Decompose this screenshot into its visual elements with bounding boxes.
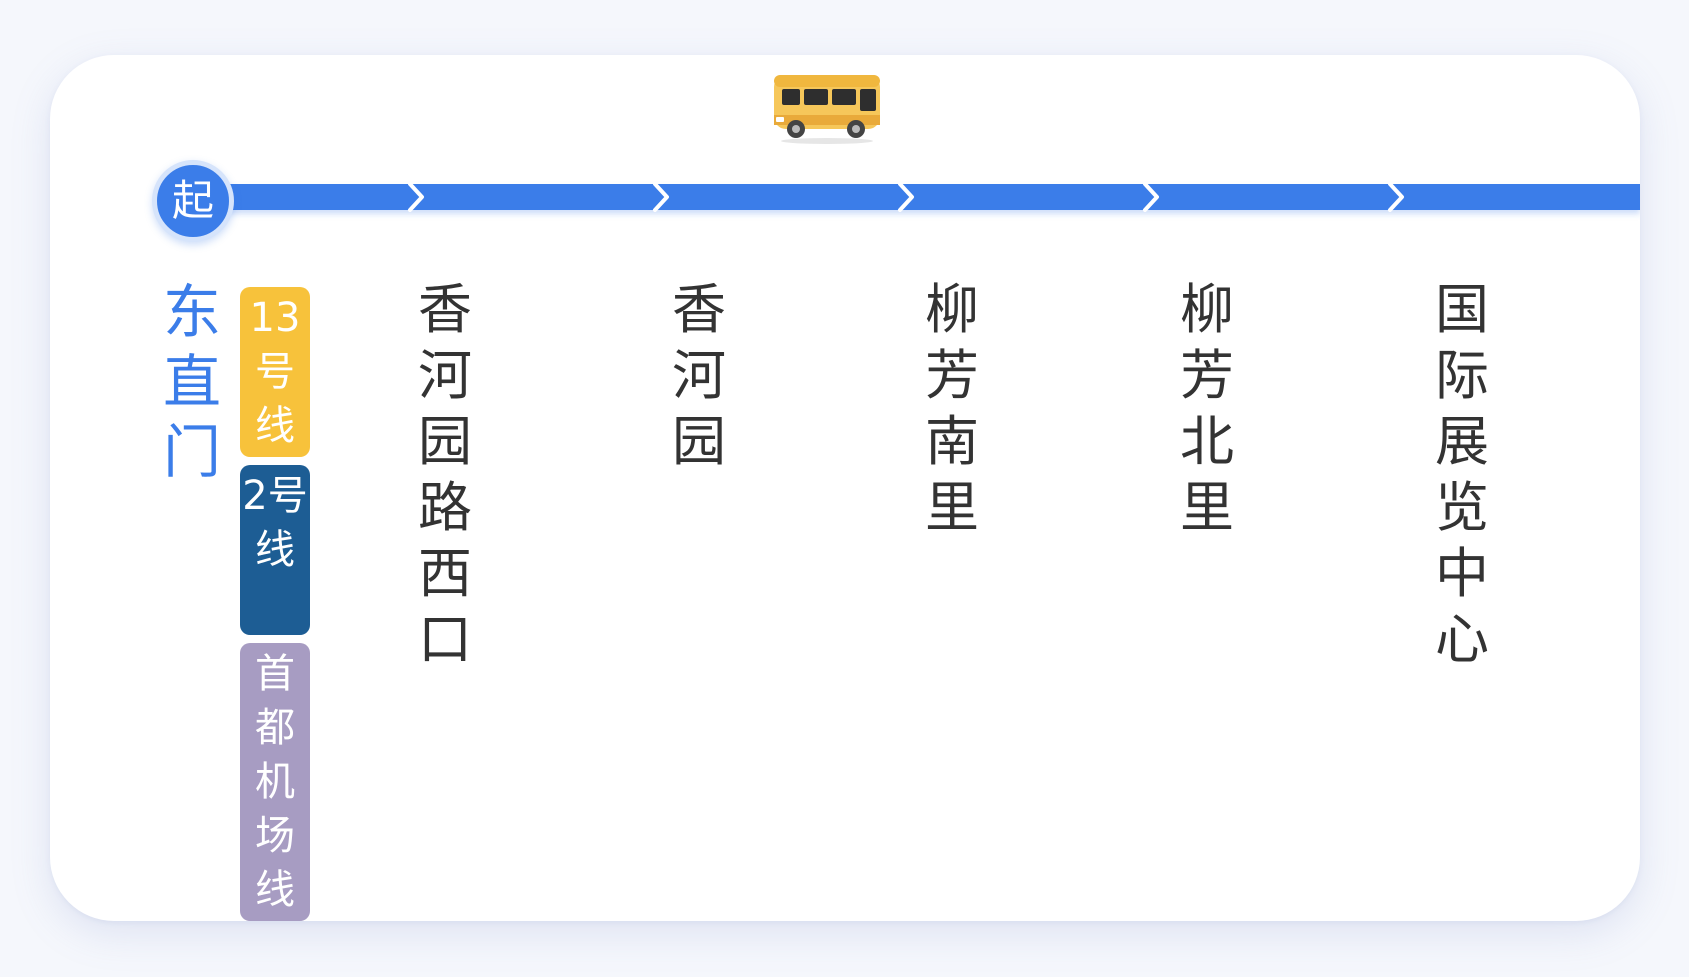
transfer-airport-line-tag[interactable]: 首都机场线 xyxy=(240,643,310,921)
stop-name-3[interactable]: 柳芳南里 xyxy=(920,277,984,541)
start-badge: 起 xyxy=(152,160,234,242)
stop-name-2[interactable]: 香河园 xyxy=(667,277,731,475)
stop-name-1[interactable]: 香河园路西口 xyxy=(413,277,477,673)
stop-name-4[interactable]: 柳芳北里 xyxy=(1175,277,1239,541)
start-station-name[interactable]: 东直门 xyxy=(160,277,224,487)
stop-name-5[interactable]: 国际展览中心 xyxy=(1430,277,1494,673)
transfer-line-2-tag[interactable]: 2号线 xyxy=(240,465,310,635)
transfer-line-13-tag[interactable]: 13号线 xyxy=(240,287,310,457)
route-line xyxy=(210,182,1640,212)
bus-icon xyxy=(774,75,880,144)
route-card: 起 东直门 13号线 2号线 首都机场线 香河园路西口 香河园 柳芳南里 柳芳北… xyxy=(50,55,1640,921)
